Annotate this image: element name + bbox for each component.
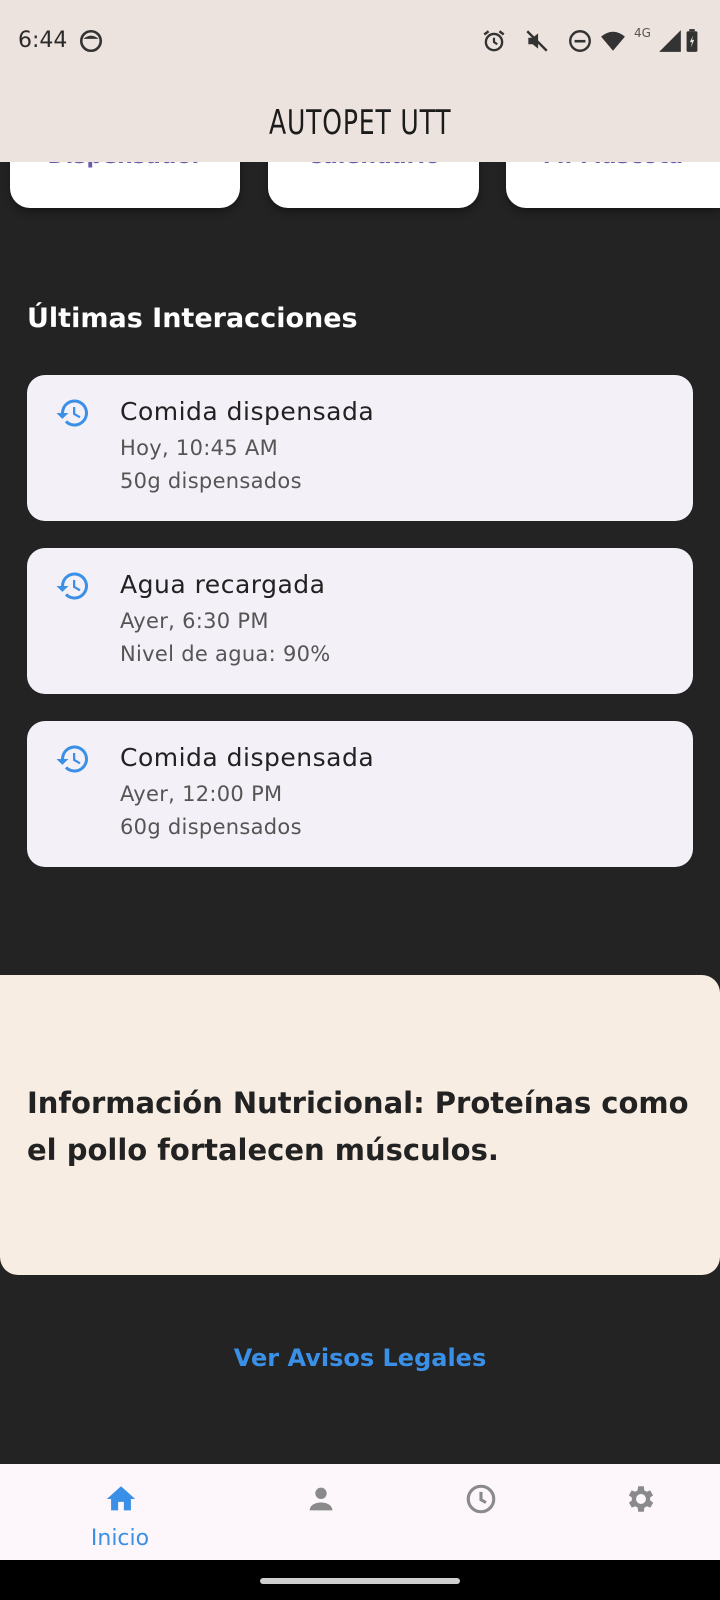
nutrition-info-card: Información Nutricional: Proteínas como … <box>0 975 720 1275</box>
history-icon <box>56 745 88 773</box>
interaction-title: Comida dispensada <box>120 743 375 772</box>
interaction-card[interactable]: Agua recargada Ayer, 6:30 PM Nivel de ag… <box>27 548 693 694</box>
person-icon <box>309 1487 333 1511</box>
nav-item-home[interactable]: Inicio <box>60 1464 180 1560</box>
network-label: 4G <box>634 26 651 40</box>
bottom-nav: Inicio <box>0 1464 720 1560</box>
vibrate-off-icon <box>526 30 548 52</box>
interaction-title: Comida dispensada <box>120 397 375 426</box>
history-icon <box>56 399 88 427</box>
signal-icon <box>659 30 681 52</box>
interaction-title: Agua recargada <box>120 570 326 599</box>
interaction-detail: 50g dispensados <box>120 469 302 493</box>
interaction-time: Ayer, 12:00 PM <box>120 782 283 806</box>
dnd-icon <box>569 30 591 52</box>
interaction-time: Ayer, 6:30 PM <box>120 609 269 633</box>
clock-icon <box>466 1484 496 1514</box>
gesture-bar <box>0 1560 720 1600</box>
interaction-card[interactable]: Comida dispensada Ayer, 12:00 PM 60g dis… <box>27 721 693 867</box>
nav-item-settings[interactable] <box>580 1464 700 1560</box>
alarm-icon <box>483 30 505 52</box>
interaction-detail: Nivel de agua: 90% <box>120 642 331 666</box>
status-time: 6:44 <box>18 28 68 53</box>
status-bar: 6:44 4G <box>0 0 720 84</box>
face-icon <box>79 29 103 53</box>
settings-icon <box>628 1486 654 1512</box>
interaction-detail: 60g dispensados <box>120 815 302 839</box>
section-title: Últimas Interacciones <box>27 303 358 334</box>
gesture-handle[interactable] <box>260 1578 460 1584</box>
app-bar-overlay: AUTOPET UTT <box>0 84 720 162</box>
battery-icon <box>686 29 698 52</box>
wifi-icon <box>601 31 625 51</box>
history-icon <box>56 572 88 600</box>
nav-item-history[interactable] <box>420 1464 540 1560</box>
nav-item-profile[interactable] <box>260 1464 380 1560</box>
interaction-card[interactable]: Comida dispensada Hoy, 10:45 AM 50g disp… <box>27 375 693 521</box>
nutrition-info-text: Información Nutricional: Proteínas como … <box>27 1086 689 1167</box>
page-title-overlay: AUTOPET UTT <box>268 103 452 143</box>
legal-notices-link[interactable]: Ver Avisos Legales <box>0 1344 720 1372</box>
home-icon <box>106 1486 136 1511</box>
interaction-time: Hoy, 10:45 AM <box>120 436 278 460</box>
nav-label-home: Inicio <box>90 1526 150 1551</box>
